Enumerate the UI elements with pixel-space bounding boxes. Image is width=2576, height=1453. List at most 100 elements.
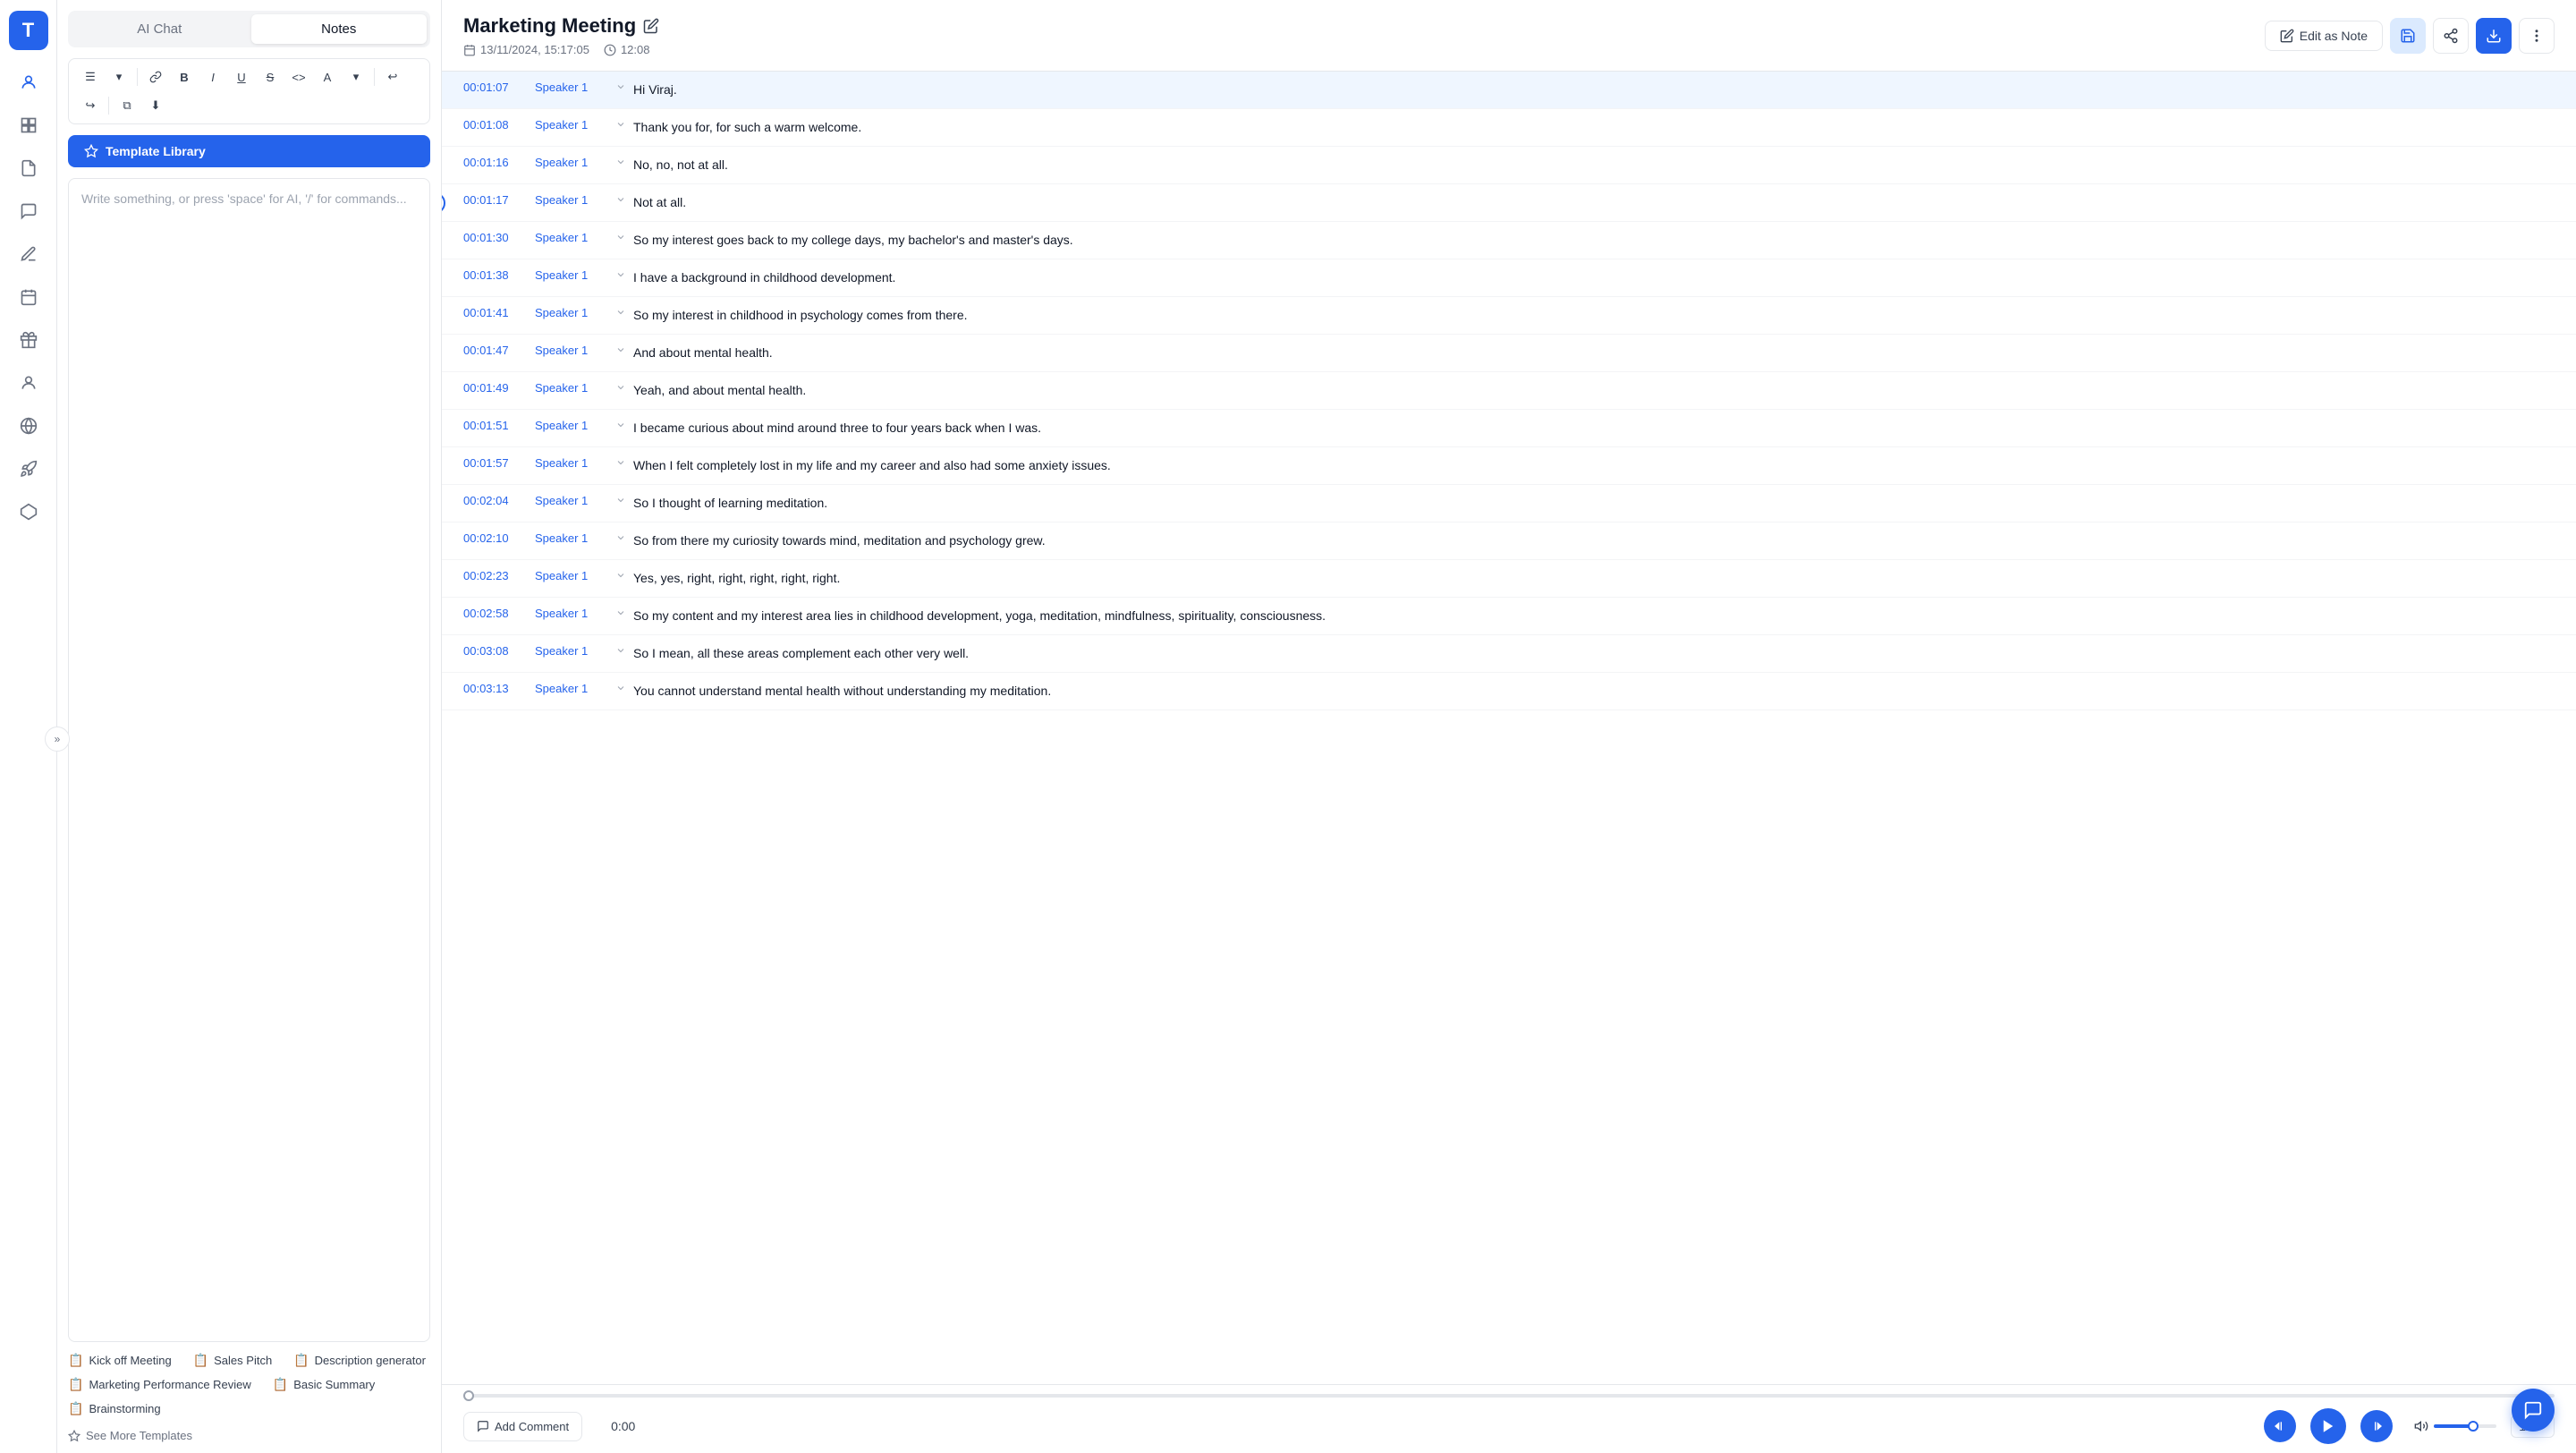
sidebar-item-pen[interactable] — [11, 236, 47, 272]
template-item-kickoff[interactable]: 📋 Kick off Meeting — [68, 1353, 172, 1368]
transcript-chevron-icon[interactable] — [615, 344, 633, 358]
toolbar-dropdown[interactable]: ▾ — [106, 64, 131, 89]
skip-forward-btn[interactable] — [2360, 1410, 2393, 1442]
transcript-chevron-icon[interactable] — [615, 81, 633, 95]
transcript-time[interactable]: 00:02:58 — [463, 607, 535, 620]
transcript-time[interactable]: 00:01:38 — [463, 268, 535, 282]
sidebar-item-gift[interactable] — [11, 322, 47, 358]
edit-icon[interactable] — [643, 18, 659, 34]
download-btn[interactable] — [2476, 18, 2512, 54]
transcript-speaker[interactable]: Speaker 1 — [535, 231, 615, 244]
template-item-sales[interactable]: 📋 Sales Pitch — [193, 1353, 272, 1368]
toolbar-italic[interactable]: I — [200, 64, 225, 89]
sidebar-item-grid[interactable] — [11, 107, 47, 143]
transcript-chevron-icon[interactable] — [615, 268, 633, 283]
transcript-time[interactable]: 00:01:49 — [463, 381, 535, 395]
transcript-speaker[interactable]: Speaker 1 — [535, 81, 615, 94]
transcript-speaker[interactable]: Speaker 1 — [535, 494, 615, 507]
toolbar-bold[interactable]: B — [172, 64, 197, 89]
sidebar-item-doc[interactable] — [11, 150, 47, 186]
transcript-time[interactable]: 00:02:23 — [463, 569, 535, 582]
transcript-speaker[interactable]: Speaker 1 — [535, 531, 615, 545]
transcript-speaker[interactable]: Speaker 1 — [535, 419, 615, 432]
template-library-btn[interactable]: Template Library — [68, 135, 430, 167]
transcript-chevron-icon[interactable] — [615, 644, 633, 659]
transcript-time[interactable]: 00:02:04 — [463, 494, 535, 507]
transcript-speaker[interactable]: Speaker 1 — [535, 456, 615, 470]
transcript-speaker[interactable]: Speaker 1 — [535, 569, 615, 582]
transcript-body[interactable]: 00:01:07 Speaker 1 Hi Viraj. 00:01:08 Sp… — [442, 72, 2576, 1384]
toolbar-align[interactable]: ☰ — [78, 64, 103, 89]
template-item-description[interactable]: 📋 Description generator — [293, 1353, 426, 1368]
template-item-marketing[interactable]: 📋 Marketing Performance Review — [68, 1377, 251, 1392]
save-btn[interactable] — [2390, 18, 2426, 54]
sidebar-item-calendar[interactable] — [11, 279, 47, 315]
transcript-speaker[interactable]: Speaker 1 — [535, 193, 615, 207]
toolbar-color-dropdown[interactable]: ▾ — [343, 64, 369, 89]
sidebar-item-chat[interactable] — [11, 193, 47, 229]
volume-slider[interactable] — [2434, 1424, 2496, 1428]
chat-bubble[interactable] — [2512, 1389, 2555, 1432]
tab-notes[interactable]: Notes — [251, 14, 428, 44]
transcript-time[interactable]: 00:02:10 — [463, 531, 535, 545]
add-comment-btn[interactable]: Add Comment — [463, 1412, 582, 1441]
transcript-time[interactable]: 00:01:07 — [463, 81, 535, 94]
see-more-templates[interactable]: See More Templates — [68, 1429, 430, 1442]
toolbar-color[interactable]: A — [315, 64, 340, 89]
transcript-time[interactable]: 00:01:41 — [463, 306, 535, 319]
transcript-speaker[interactable]: Speaker 1 — [535, 268, 615, 282]
transcript-speaker[interactable]: Speaker 1 — [535, 344, 615, 357]
transcript-speaker[interactable]: Speaker 1 — [535, 682, 615, 695]
toolbar-underline[interactable]: U — [229, 64, 254, 89]
transcript-speaker[interactable]: Speaker 1 — [535, 156, 615, 169]
transcript-chevron-icon[interactable] — [615, 419, 633, 433]
transcript-time[interactable]: 00:01:57 — [463, 456, 535, 470]
toolbar-download[interactable]: ⬇ — [143, 93, 168, 118]
toolbar-redo[interactable]: ↪ — [78, 93, 103, 118]
transcript-time[interactable]: 00:03:08 — [463, 644, 535, 658]
toolbar-undo[interactable]: ↩ — [380, 64, 405, 89]
more-btn[interactable] — [2519, 18, 2555, 54]
transcript-chevron-icon[interactable] — [615, 456, 633, 471]
sidebar-item-users[interactable] — [11, 64, 47, 100]
transcript-chevron-icon[interactable] — [615, 156, 633, 170]
edit-as-note-btn[interactable]: Edit as Note — [2265, 21, 2383, 51]
transcript-chevron-icon[interactable] — [615, 682, 633, 696]
transcript-time[interactable]: 00:01:16 — [463, 156, 535, 169]
template-item-brainstorming[interactable]: 📋 Brainstorming — [68, 1401, 161, 1416]
toolbar-strikethrough[interactable]: S — [258, 64, 283, 89]
editor-area[interactable]: Write something, or press 'space' for AI… — [68, 178, 430, 1342]
play-btn[interactable] — [2310, 1408, 2346, 1444]
transcript-chevron-icon[interactable] — [615, 494, 633, 508]
tab-ai-chat[interactable]: AI Chat — [72, 14, 248, 44]
sidebar-collapse-btn[interactable]: » — [45, 726, 70, 752]
toolbar-copy[interactable]: ⧉ — [114, 93, 140, 118]
transcript-time[interactable]: 00:01:17 — [463, 193, 535, 207]
transcript-chevron-icon[interactable] — [615, 118, 633, 132]
transcript-time[interactable]: 00:01:30 — [463, 231, 535, 244]
transcript-speaker[interactable]: Speaker 1 — [535, 118, 615, 132]
sidebar-item-person[interactable] — [11, 365, 47, 401]
transcript-speaker[interactable]: Speaker 1 — [535, 381, 615, 395]
sidebar-item-rocket[interactable] — [11, 451, 47, 487]
transcript-chevron-icon[interactable] — [615, 306, 633, 320]
transcript-time[interactable]: 00:01:47 — [463, 344, 535, 357]
toolbar-link[interactable] — [143, 64, 168, 89]
transcript-time[interactable]: 00:01:08 — [463, 118, 535, 132]
template-item-summary[interactable]: 📋 Basic Summary — [273, 1377, 375, 1392]
transcript-chevron-icon[interactable] — [615, 531, 633, 546]
transcript-time[interactable]: 00:03:13 — [463, 682, 535, 695]
transcript-chevron-icon[interactable] — [615, 607, 633, 621]
sidebar-item-translate[interactable] — [11, 408, 47, 444]
progress-bar[interactable] — [463, 1394, 2555, 1398]
transcript-speaker[interactable]: Speaker 1 — [535, 607, 615, 620]
transcript-chevron-icon[interactable] — [615, 569, 633, 583]
toolbar-code[interactable]: <> — [286, 64, 311, 89]
transcript-chevron-icon[interactable] — [615, 193, 633, 208]
transcript-chevron-icon[interactable] — [615, 381, 633, 395]
transcript-speaker[interactable]: Speaker 1 — [535, 306, 615, 319]
transcript-time[interactable]: 00:01:51 — [463, 419, 535, 432]
transcript-chevron-icon[interactable] — [615, 231, 633, 245]
skip-back-btn[interactable] — [2264, 1410, 2296, 1442]
transcript-speaker[interactable]: Speaker 1 — [535, 644, 615, 658]
